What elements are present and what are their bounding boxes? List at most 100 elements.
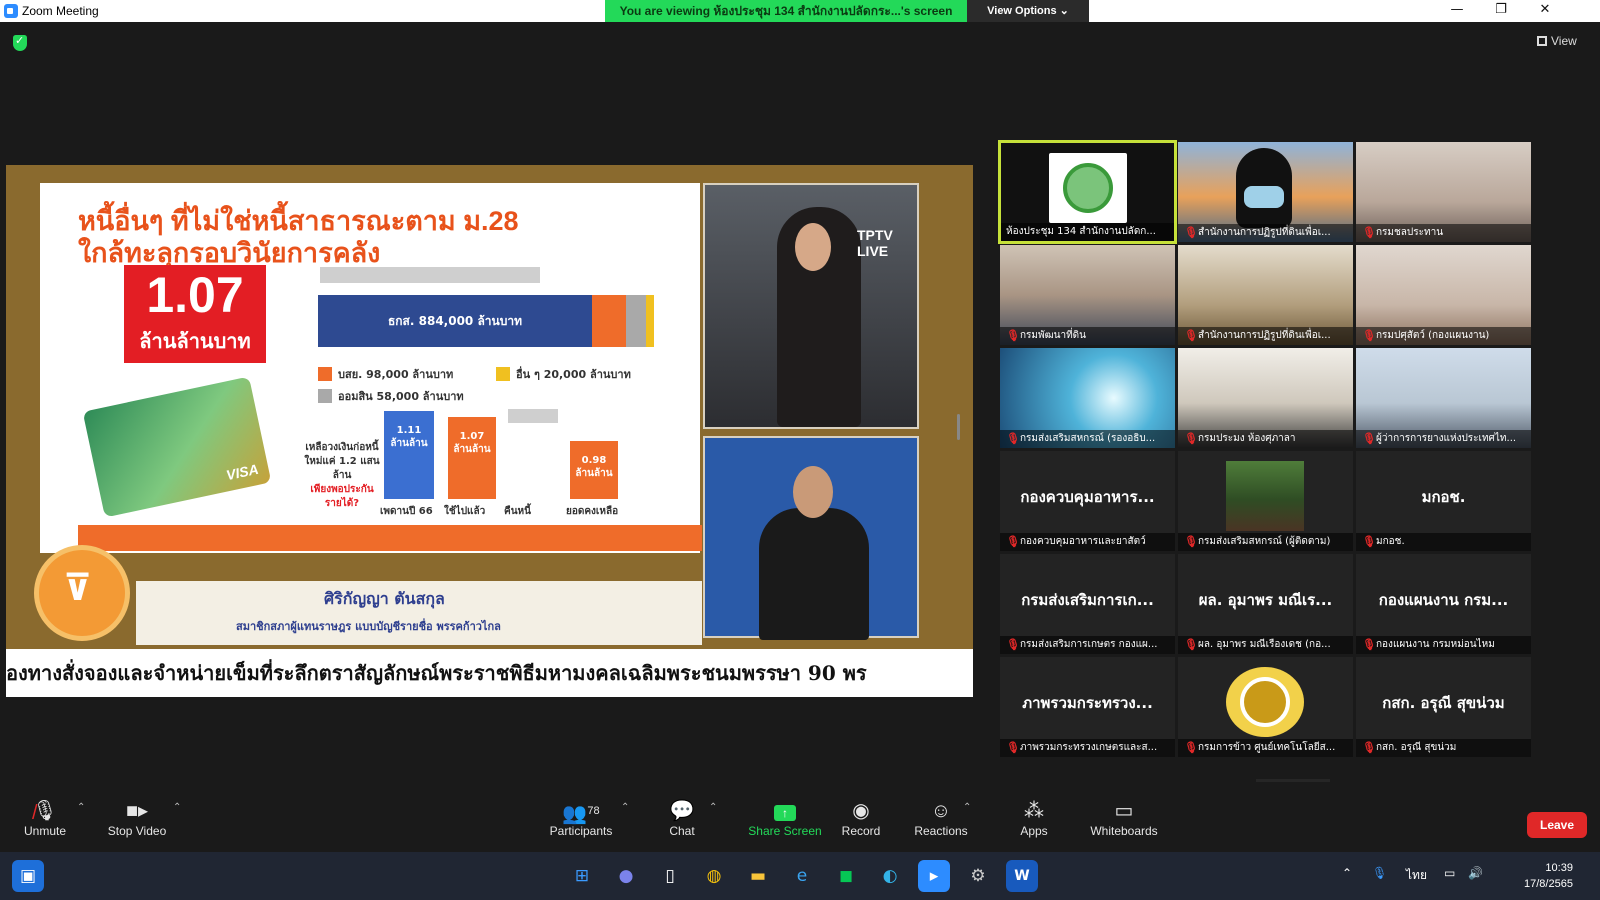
- legend-gsb: ออมสิน 58,000 ล้านบาท: [318, 387, 464, 405]
- interpreter-face: [793, 466, 833, 518]
- muted-microphone-icon: 🎙: [1006, 432, 1020, 445]
- maximize-button[interactable]: ❐: [1479, 0, 1523, 22]
- legend-swatch: [318, 367, 332, 381]
- participants-button[interactable]: 👥78 Participants: [546, 798, 616, 838]
- viewing-banner: You are viewing ห้องประชุม 134 สำนักงานป…: [605, 0, 967, 22]
- reactions-button[interactable]: ☺ Reactions: [912, 798, 970, 838]
- tray-overflow-icon[interactable]: ⌃: [1342, 866, 1352, 880]
- word-icon[interactable]: W: [1006, 860, 1038, 892]
- line-app-icon[interactable]: ◼: [830, 860, 862, 892]
- total-debt-number: 1.07: [146, 267, 244, 323]
- windows-start-icon[interactable]: ⊞: [566, 860, 598, 892]
- encryption-shield-icon[interactable]: [13, 34, 27, 51]
- participant-name-label: กรมส่งเสริมการเกษตร กองแผ...: [1000, 636, 1175, 654]
- participant-name-label: กองควบคุมอาหารและยาสัตว์: [1000, 533, 1175, 551]
- network-icon[interactable]: ▭: [1444, 866, 1455, 880]
- participant-tile[interactable]: กรมชลประทาน 🎙: [1356, 142, 1531, 242]
- edge-icon[interactable]: ◐: [874, 860, 906, 892]
- participant-display-name: กรมส่งเสริมการเก...: [1021, 591, 1154, 609]
- tray-microphone-icon[interactable]: 🎙: [1372, 866, 1387, 880]
- slide: หนี้อื่นๆ ที่ไม่ใช่หนี้สาธารณะตาม ม.28 ใ…: [40, 183, 702, 553]
- participant-tile[interactable]: กรมปศุสัตว์ (กองแผนงาน) 🎙: [1356, 245, 1531, 345]
- participant-display-name: กองแผนงาน กรม...: [1378, 591, 1509, 609]
- participant-tile[interactable]: ห้องประชุม 134 สำนักงานปลัดก...: [998, 140, 1177, 244]
- record-label: Record: [841, 824, 881, 838]
- whiteboards-button[interactable]: ▭ Whiteboards: [1082, 798, 1166, 838]
- participant-tile[interactable]: กรมพัฒนาที่ดิน 🎙: [1000, 245, 1175, 345]
- title-bar: Zoom Meeting You are viewing ห้องประชุม …: [0, 0, 1600, 22]
- participant-name-label: สำนักงานการปฏิรูปที่ดินเพื่อเ...: [1178, 224, 1353, 242]
- file-icon[interactable]: ▯: [654, 860, 686, 892]
- zoom-taskbar-icon[interactable]: ▸: [918, 860, 950, 892]
- share-screen-button[interactable]: ↑ Share Screen: [746, 798, 824, 838]
- desktop-icon[interactable]: ▣: [12, 860, 44, 892]
- file-explorer-icon[interactable]: ▬: [742, 860, 774, 892]
- participant-tile[interactable]: กรมการข้าว ศูนย์เทคโนโลยีส... 🎙: [1178, 657, 1353, 757]
- participant-tile[interactable]: ภาพรวมกระทรวง... ภาพรวมกระทรวงเกษตรและส..…: [1000, 657, 1175, 757]
- participant-tile[interactable]: กสก. อรุณี สุขน่วม กสก. อรุณี สุขน่วม 🎙: [1356, 657, 1531, 757]
- participant-name-label: ผู้ว่าการการยางแห่งประเทศไท...: [1356, 430, 1531, 448]
- participant-tile[interactable]: ผู้ว่าการการยางแห่งประเทศไท... 🎙: [1356, 348, 1531, 448]
- stop-video-label: Stop Video: [107, 824, 167, 838]
- share-screen-icon: ↑: [746, 798, 824, 824]
- muted-microphone-icon: 🎙: [1006, 535, 1020, 548]
- record-icon: ◉: [852, 800, 870, 822]
- stack-segment-tcg: [592, 295, 626, 347]
- shared-screen: หนี้อื่นๆ ที่ไม่ใช่หนี้สาธารณะตาม ม.28 ใ…: [6, 165, 973, 730]
- microphone-muted-icon: 🎙 /: [32, 800, 58, 824]
- participant-tile[interactable]: กรมส่งเสริมสหกรณ์ (ผู้ติดตาม) 🎙: [1178, 451, 1353, 551]
- participants-count: 78: [587, 805, 600, 817]
- internet-explorer-icon[interactable]: e: [786, 860, 818, 892]
- unmute-button[interactable]: 🎙 / Unmute: [20, 798, 70, 838]
- teams-chat-icon[interactable]: ●: [610, 860, 642, 892]
- muted-microphone-icon: 🎙: [1006, 741, 1020, 754]
- chat-button[interactable]: 💬 Chat: [662, 798, 702, 838]
- apps-button[interactable]: ⁂ Apps: [1016, 798, 1052, 838]
- participant-tile[interactable]: สำนักงานการปฏิรูปที่ดินเพื่อเ... 🎙: [1178, 245, 1353, 345]
- sign-language-video: [703, 436, 919, 640]
- legend-label: อื่น ๆ 20,000 ล้านบาท: [516, 368, 631, 381]
- legend-label: ออมสิน 58,000 ล้านบาท: [338, 390, 464, 403]
- view-options-button[interactable]: View Options ⌄: [967, 0, 1089, 22]
- participant-display-name: ภาพรวมกระทรวง...: [1022, 694, 1153, 712]
- participant-tile[interactable]: กรมส่งเสริมการเก... กรมส่งเสริมการเกษตร ก…: [1000, 554, 1175, 654]
- participant-tile[interactable]: กรมประมง ห้องศุภาลา 🎙: [1178, 348, 1353, 448]
- party-logo: ⊽: [34, 545, 130, 641]
- participant-tile[interactable]: กรมส่งเสริมสหกรณ์ (รองอธิบ... 🎙: [1000, 348, 1175, 448]
- input-language[interactable]: ไทย: [1406, 866, 1427, 885]
- participant-tile[interactable]: กองควบคุมอาหาร... กองควบคุมอาหารและยาสัตว…: [1000, 451, 1175, 551]
- muted-microphone-icon: 🎙: [1362, 741, 1376, 754]
- settings-gear-icon[interactable]: ⚙: [962, 860, 994, 892]
- chrome-icon[interactable]: ◍: [698, 860, 730, 892]
- participant-tile[interactable]: กองแผนงาน กรม... กองแผนงาน กรมหม่อนไหม 🎙: [1356, 554, 1531, 654]
- tv-logo: TPTV LIVE: [857, 227, 893, 259]
- participant-tile[interactable]: สำนักงานการปฏิรูปที่ดินเพื่อเ... 🎙: [1178, 142, 1353, 242]
- leave-button[interactable]: Leave: [1527, 812, 1587, 838]
- meeting-area: View หนี้อื่นๆ ที่ไม่ใช่หนี้สาธารณะตาม ม…: [0, 22, 1600, 813]
- news-ticker: องทางสั่งจองและจำหน่ายเข็มที่ระลึกตราสัญ…: [6, 649, 973, 697]
- apps-icon: ⁂: [1024, 800, 1044, 822]
- muted-microphone-icon: 🎙: [1362, 226, 1376, 239]
- record-button[interactable]: ◉ Record: [836, 798, 886, 838]
- muted-microphone-icon: 🎙: [1006, 638, 1020, 651]
- muted-microphone-icon: 🎙: [1362, 432, 1376, 445]
- remaining-text: เหลือวงเงินก่อหนี้ใหม่แค่ 1.2 แสนล้าน: [304, 442, 380, 481]
- participant-display-name: กองควบคุมอาหาร...: [1020, 488, 1155, 506]
- windows-taskbar: ▣ ⊞ ● ▯ ◍ ▬ e ◼ ◐ ▸ ⚙ W ⌃ 🎙 ไทย ▭ 🔊 10:3…: [0, 852, 1600, 900]
- zoom-app-icon: [4, 4, 18, 18]
- participants-label: Participants: [549, 824, 613, 838]
- view-layout-button[interactable]: View: [1537, 34, 1577, 48]
- seedling-avatar: [1226, 461, 1304, 531]
- minimize-button[interactable]: —: [1435, 0, 1479, 22]
- chat-bubble-icon: 💬: [669, 800, 695, 822]
- muted-microphone-icon: 🎙: [1362, 638, 1376, 651]
- volume-icon[interactable]: 🔊: [1468, 866, 1483, 880]
- participant-tile[interactable]: ผล. อุมาพร มณีเร... ผล. อุมาพร มณีเรืองเด…: [1178, 554, 1353, 654]
- stop-video-button[interactable]: ■▸ Stop Video: [102, 798, 172, 838]
- participant-name-label: กรมประมง ห้องศุภาลา: [1178, 430, 1353, 448]
- panel-resize-handle[interactable]: [957, 414, 960, 440]
- clock[interactable]: 10:39 17/8/2565: [1524, 860, 1573, 892]
- meeting-toolbar: 🎙 / Unmute ⌃ ■▸ Stop Video ⌃ 👥78 Particip…: [0, 782, 1600, 852]
- participant-tile[interactable]: มกอช. มกอช. 🎙: [1356, 451, 1531, 551]
- close-button[interactable]: ✕: [1523, 0, 1567, 22]
